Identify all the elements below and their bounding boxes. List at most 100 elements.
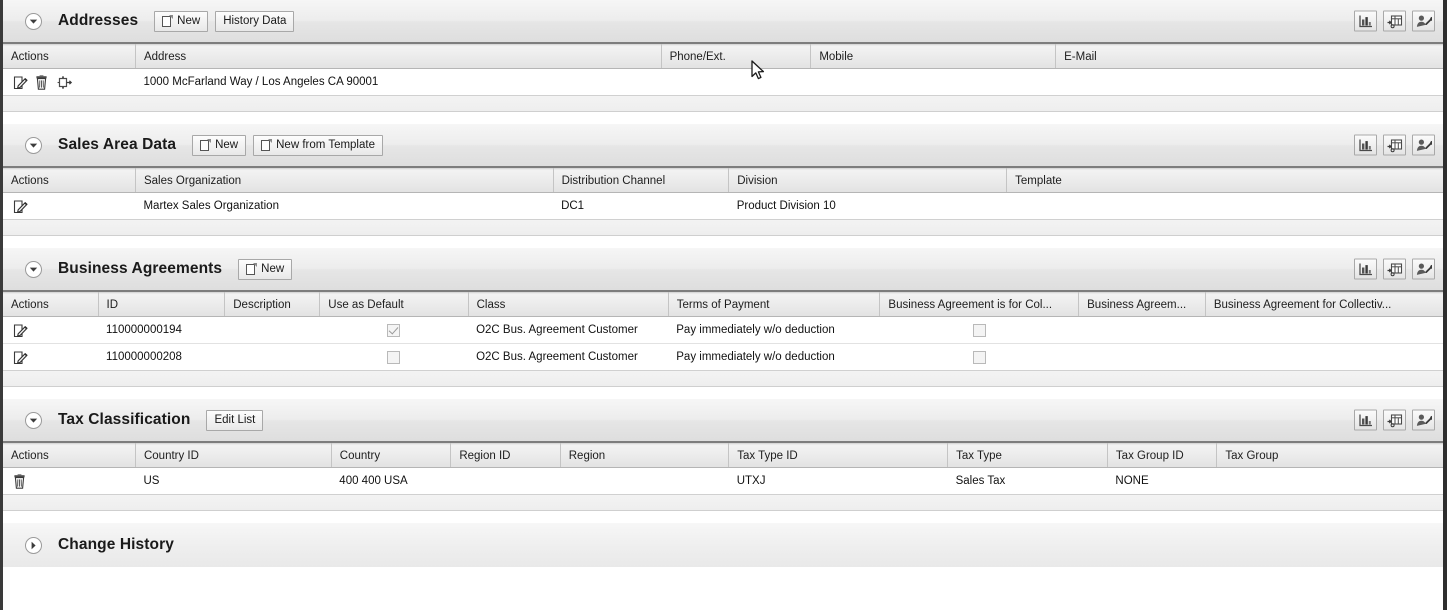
column-header[interactable]: ID xyxy=(98,292,226,317)
table-sales-area-data: Actions Sales Organization Distribution Ch… xyxy=(3,168,1443,220)
chart-icon[interactable] xyxy=(1354,10,1377,32)
row-cell xyxy=(810,68,1056,96)
column-header[interactable]: Business Agreement for Collectiv... xyxy=(1205,292,1443,317)
column-header[interactable]: Actions xyxy=(3,292,99,317)
row-actions-cell xyxy=(3,316,99,344)
column-header[interactable]: Use as Default xyxy=(319,292,469,317)
row-cell xyxy=(661,68,811,96)
button-new[interactable]: New xyxy=(154,10,209,32)
table-export-icon[interactable] xyxy=(1383,258,1406,280)
column-header[interactable]: Class xyxy=(468,292,669,317)
delete-icon[interactable] xyxy=(35,74,50,90)
section-header-sales-area-data[interactable]: Sales Area Data New New from Template xyxy=(3,124,1443,168)
column-header[interactable]: Actions xyxy=(3,443,136,468)
row-checkbox-cell[interactable] xyxy=(319,343,469,371)
edit-icon[interactable] xyxy=(13,350,28,365)
table-export-icon[interactable] xyxy=(1383,409,1406,431)
column-header[interactable]: Country ID xyxy=(135,443,332,468)
row-cell xyxy=(1205,316,1443,344)
row-actions-cell xyxy=(3,467,136,495)
row-checkbox-cell[interactable] xyxy=(319,316,469,344)
column-header[interactable]: Actions xyxy=(3,44,136,69)
row-checkbox-cell[interactable] xyxy=(879,316,1079,344)
move-icon[interactable] xyxy=(57,75,73,90)
table-row[interactable]: US 400 400 USA UTXJ Sales Tax NONE xyxy=(3,467,1443,495)
column-header[interactable]: Division xyxy=(728,168,1008,193)
personalize-icon[interactable] xyxy=(1412,409,1435,431)
chart-icon[interactable] xyxy=(1354,134,1377,156)
section-tax-classification: Tax Classification Edit List Actions Count… xyxy=(3,399,1443,523)
column-header[interactable]: Mobile xyxy=(810,44,1057,69)
section-business-agreements: Business Agreements New Actions ID Descript… xyxy=(3,248,1443,399)
chart-icon[interactable] xyxy=(1354,409,1377,431)
row-cell xyxy=(1078,316,1206,344)
row-cell: O2C Bus. Agreement Customer xyxy=(468,316,669,344)
personalize-icon[interactable] xyxy=(1412,10,1435,32)
chevron-down-icon[interactable] xyxy=(25,12,42,30)
table-export-icon[interactable] xyxy=(1383,134,1406,156)
column-header[interactable]: Tax Type xyxy=(947,443,1108,468)
chevron-down-icon[interactable] xyxy=(25,411,42,429)
table-row[interactable]: 110000000208 O2C Bus. Agreement Customer P… xyxy=(3,343,1443,371)
button-new[interactable]: New xyxy=(192,134,247,156)
checkbox-unchecked[interactable] xyxy=(972,323,986,337)
table-footer-tax-classification xyxy=(3,495,1443,511)
edit-icon[interactable] xyxy=(13,75,28,90)
personalize-icon[interactable] xyxy=(1412,134,1435,156)
checkbox-checked[interactable] xyxy=(387,323,401,337)
column-header[interactable]: Template xyxy=(1006,168,1443,193)
column-header[interactable]: Region ID xyxy=(450,443,561,468)
row-cell xyxy=(1055,68,1443,96)
edit-icon[interactable] xyxy=(13,199,28,214)
personalize-icon[interactable] xyxy=(1412,258,1435,280)
button-new-from-template[interactable]: New from Template xyxy=(253,134,383,156)
section-header-business-agreements[interactable]: Business Agreements New xyxy=(3,248,1443,292)
column-header[interactable]: Business Agreement is for Col... xyxy=(879,292,1080,317)
column-header[interactable]: Description xyxy=(224,292,321,317)
button-history-data[interactable]: History Data xyxy=(215,10,295,32)
row-actions-cell xyxy=(3,192,136,220)
column-header[interactable]: Tax Group xyxy=(1216,443,1443,468)
column-header[interactable]: Phone/Ext. xyxy=(661,44,812,69)
chevron-right-icon[interactable] xyxy=(25,536,42,554)
column-header[interactable]: Terms of Payment xyxy=(668,292,881,317)
chevron-down-icon[interactable] xyxy=(25,136,42,154)
chevron-down-icon[interactable] xyxy=(25,260,42,278)
edit-icon[interactable] xyxy=(13,323,28,338)
column-header[interactable]: Region xyxy=(560,443,730,468)
row-checkbox-cell[interactable] xyxy=(879,343,1079,371)
table-header-row: Actions Address Phone/Ext. Mobile E-Mail xyxy=(3,44,1443,69)
table-footer-business-agreements xyxy=(3,371,1443,387)
button-label: New xyxy=(261,262,285,275)
table-row[interactable]: Martex Sales Organization DC1 Product Divi… xyxy=(3,192,1443,220)
section-title-change-history: Change History xyxy=(58,536,174,553)
section-tools-addresses xyxy=(1354,10,1435,32)
column-header[interactable]: Actions xyxy=(3,168,136,193)
table-row[interactable]: 1000 McFarland Way / Los Angeles CA 9000… xyxy=(3,68,1443,96)
checkbox-unchecked[interactable] xyxy=(387,350,401,364)
table-footer-sales-area-data xyxy=(3,220,1443,236)
row-cell: Martex Sales Organization xyxy=(135,192,554,220)
column-header[interactable]: Sales Organization xyxy=(135,168,554,193)
button-edit-list[interactable]: Edit List xyxy=(206,409,264,431)
section-header-addresses[interactable]: Addresses New History Data xyxy=(3,0,1443,44)
section-header-tax-classification[interactable]: Tax Classification Edit List xyxy=(3,399,1443,443)
table-row[interactable]: 110000000194 O2C Bus. Agreement Customer P… xyxy=(3,316,1443,344)
table-export-icon[interactable] xyxy=(1383,10,1406,32)
button-new[interactable]: New xyxy=(238,258,293,280)
column-header[interactable]: E-Mail xyxy=(1055,44,1443,69)
checkbox-unchecked[interactable] xyxy=(972,350,986,364)
chart-icon[interactable] xyxy=(1354,258,1377,280)
column-header[interactable]: Distribution Channel xyxy=(553,168,730,193)
column-header[interactable]: Tax Group ID xyxy=(1107,443,1218,468)
column-header[interactable]: Tax Type ID xyxy=(728,443,949,468)
new-page-icon xyxy=(246,262,258,276)
table-tax-classification: Actions Country ID Country Region ID Region T… xyxy=(3,443,1443,495)
column-header[interactable]: Business Agreem... xyxy=(1078,292,1206,317)
section-header-change-history[interactable]: Change History xyxy=(3,523,1443,567)
column-header[interactable]: Country xyxy=(331,443,452,468)
column-header[interactable]: Address xyxy=(135,44,662,69)
delete-icon[interactable] xyxy=(13,473,28,489)
row-cell: 110000000208 xyxy=(98,343,225,371)
row-cell xyxy=(1006,192,1443,220)
